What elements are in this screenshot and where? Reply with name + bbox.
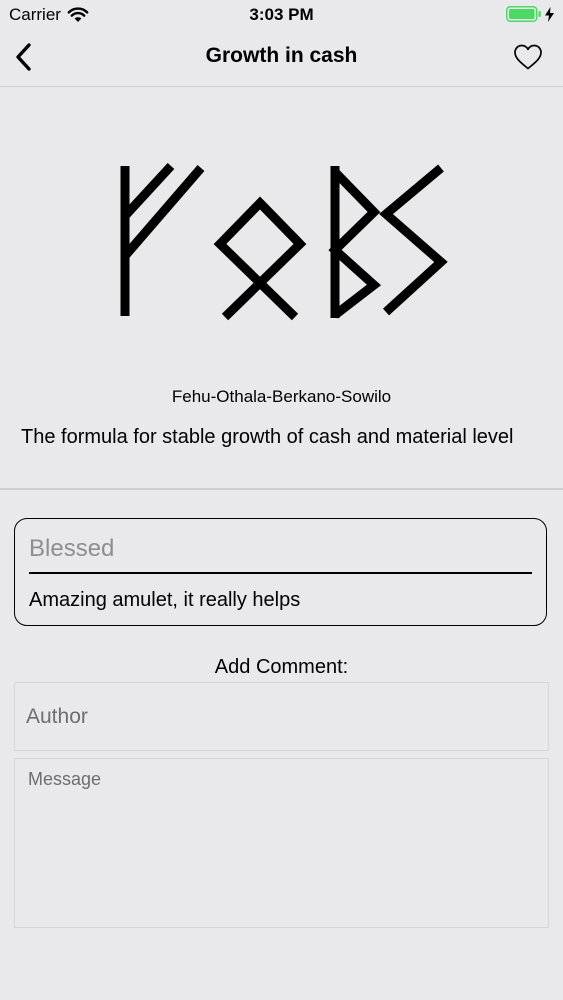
rune-description: The formula for stable growth of cash an… <box>21 426 514 448</box>
author-input[interactable] <box>26 683 526 750</box>
rune-name: Fehu-Othala-Berkano-Sowilo <box>171 387 392 406</box>
rune-sowilo-shape <box>379 164 448 316</box>
charging-bolt-icon <box>545 6 554 22</box>
rune-formula-image <box>120 162 448 321</box>
review-author: Blessed <box>29 535 115 562</box>
status-bar: Carrier 3:03 PM <box>0 0 563 30</box>
chevron-left-icon <box>16 43 31 71</box>
message-input[interactable] <box>28 769 533 919</box>
message-field <box>14 758 549 928</box>
favorite-button[interactable] <box>511 42 545 72</box>
rune-othala-right-top <box>256 199 304 248</box>
heart-outline-icon <box>514 44 542 70</box>
review-card: Blessed Amazing amulet, it really helps <box>14 518 547 626</box>
battery-indicator <box>506 6 554 22</box>
rune-othala-shape <box>213 196 307 321</box>
back-button[interactable] <box>8 40 38 74</box>
add-comment-heading: Add Comment: <box>214 656 349 678</box>
navigation-bar: Growth in cash <box>0 30 563 87</box>
review-divider <box>29 572 532 574</box>
page-title: Growth in cash <box>205 44 358 67</box>
battery-icon <box>506 6 541 22</box>
author-field <box>14 682 549 751</box>
rune-berkano-bows <box>328 168 382 319</box>
status-time: 3:03 PM <box>249 5 314 24</box>
review-text: Amazing amulet, it really helps <box>29 589 301 611</box>
section-divider <box>0 488 563 490</box>
